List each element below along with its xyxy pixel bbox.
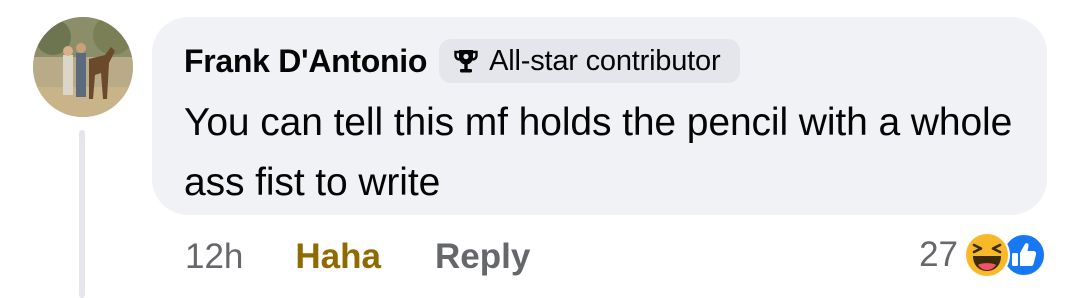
avatar[interactable]: [33, 17, 133, 117]
reaction-summary[interactable]: 27: [919, 230, 1048, 280]
haha-emoji-icon: [964, 232, 1010, 278]
reaction-icons: [964, 230, 1048, 280]
author-row: Frank D'Antonio All-star contributor: [184, 39, 741, 83]
badge-label: All-star contributor: [489, 44, 721, 77]
avatar-photo: [33, 17, 133, 117]
comment-text: You can tell this mf holds the pencil wi…: [184, 101, 1013, 204]
thread-connector-line: [79, 130, 85, 298]
author-name[interactable]: Frank D'Antonio: [184, 43, 427, 80]
trophy-icon: [452, 46, 480, 76]
comment-bubble: Frank D'Antonio All-star contributor You…: [152, 17, 1047, 215]
haha-reaction-button[interactable]: Haha: [295, 237, 381, 277]
reaction-count: 27: [919, 235, 958, 274]
contributor-badge[interactable]: All-star contributor: [439, 39, 741, 83]
reply-button[interactable]: Reply: [435, 237, 530, 277]
comment-timestamp[interactable]: 12h: [185, 237, 243, 277]
comment-actions: 12h Haha Reply: [185, 233, 530, 281]
